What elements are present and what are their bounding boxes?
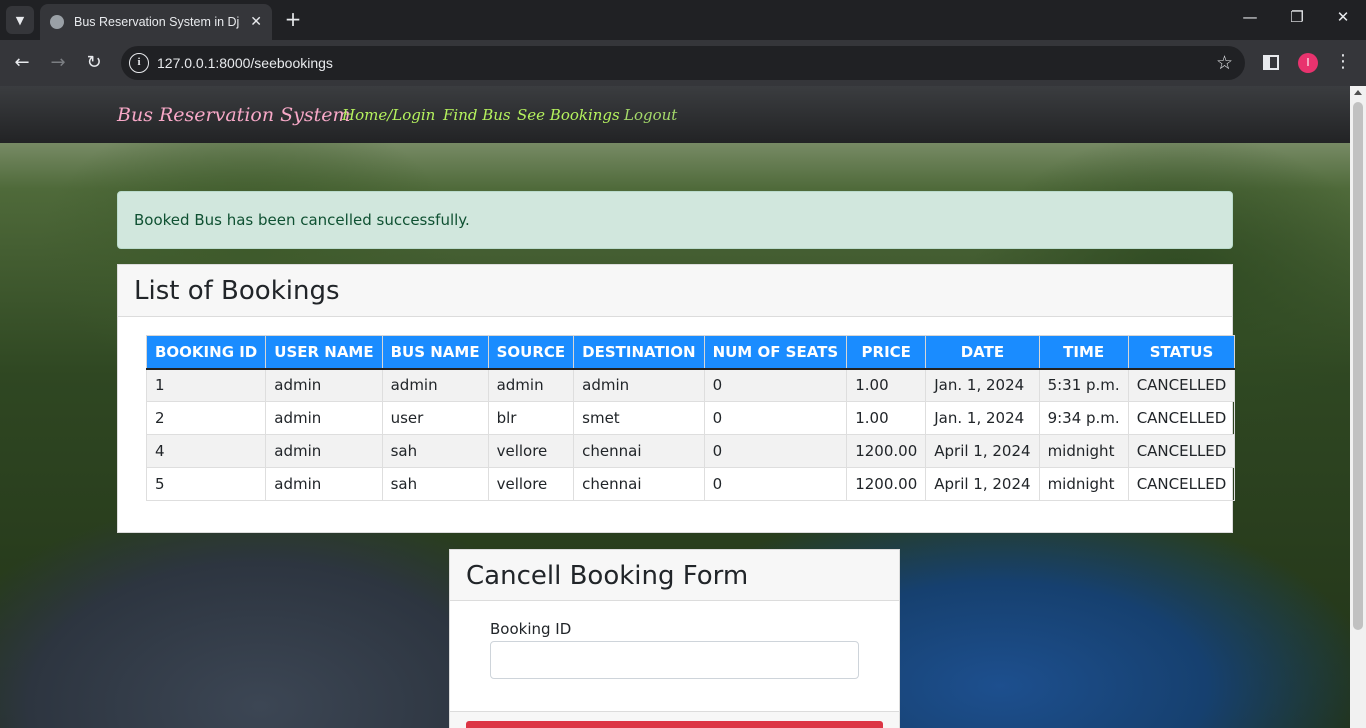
cell-time: midnight <box>1038 434 1129 468</box>
bookmark-star-icon[interactable]: ☆ <box>1216 52 1233 74</box>
bookings-card-header: List of Bookings <box>118 265 1232 317</box>
cell-time: midnight <box>1038 467 1129 501</box>
cell-num-of-seats: 0 <box>703 401 848 435</box>
cell-user-name: admin <box>265 467 383 501</box>
cell-num-of-seats: 0 <box>703 368 848 402</box>
browser-tabstrip: ▼ Bus Reservation System in Djan ✕ + — ❐… <box>0 0 1366 40</box>
bookings-table: BOOKING ID USER NAME BUS NAME SOURCE DES… <box>145 335 1236 501</box>
cancel-form-header: Cancell Booking Form <box>450 550 899 601</box>
cell-user-name: admin <box>265 368 383 402</box>
cell-time: 5:31 p.m. <box>1038 368 1129 402</box>
cell-date: Jan. 1, 2024 <box>925 401 1040 435</box>
column-header-time: TIME <box>1038 335 1129 370</box>
table-row: 2 admin user blr smet 0 1.00 Jan. 1, 202… <box>145 401 1236 435</box>
column-header-booking-id: BOOKING ID <box>145 335 267 370</box>
cell-num-of-seats: 0 <box>703 434 848 468</box>
cell-bus-name: sah <box>381 467 489 501</box>
column-header-user-name: USER NAME <box>265 335 383 370</box>
globe-icon <box>50 15 64 29</box>
bookings-card: List of Bookings BOOKING ID USER NAME BU… <box>117 264 1236 533</box>
booking-id-label: Booking ID <box>490 620 572 638</box>
restore-icon[interactable]: ❐ <box>1285 8 1309 26</box>
cell-time: 9:34 p.m. <box>1038 401 1129 435</box>
bookings-title: List of Bookings <box>134 276 340 306</box>
cell-num-of-seats: 0 <box>703 467 848 501</box>
cell-source: vellore <box>487 467 575 501</box>
cell-destination: chennai <box>573 434 705 468</box>
cell-booking-id: 1 <box>145 368 267 402</box>
cell-destination: admin <box>573 368 705 402</box>
cell-status: CANCELLED <box>1127 368 1236 402</box>
success-alert: Booked Bus has been cancelled successful… <box>117 191 1233 249</box>
new-tab-button[interactable]: + <box>282 8 304 30</box>
nav-link-logout[interactable]: Logout <box>624 106 677 124</box>
more-menu-icon[interactable]: ⋮ <box>1334 51 1352 72</box>
column-header-price: PRICE <box>846 335 927 370</box>
column-header-num-of-seats: NUM OF SEATS <box>703 335 848 370</box>
cell-source: blr <box>487 401 575 435</box>
page-viewport: Bus Reservation System Home/Login Find B… <box>0 86 1350 728</box>
table-row: 1 admin admin admin admin 0 1.00 Jan. 1,… <box>145 368 1236 402</box>
table-row: 4 admin sah vellore chennai 0 1200.00 Ap… <box>145 434 1236 468</box>
table-row: 5 admin sah vellore chennai 0 1200.00 Ap… <box>145 467 1236 501</box>
cell-bus-name: admin <box>381 368 489 402</box>
site-navbar: Bus Reservation System Home/Login Find B… <box>0 86 1350 143</box>
url-text[interactable]: 127.0.0.1:8000/seebookings <box>157 55 333 71</box>
reload-icon[interactable]: ↻ <box>82 51 106 75</box>
cell-date: April 1, 2024 <box>925 467 1040 501</box>
cell-status: CANCELLED <box>1127 434 1236 468</box>
scrollbar-thumb[interactable] <box>1353 102 1363 630</box>
cell-booking-id: 4 <box>145 434 267 468</box>
cell-destination: chennai <box>573 467 705 501</box>
browser-toolbar: ← → ↻ i 127.0.0.1:8000/seebookings ☆ I ⋮ <box>0 40 1366 86</box>
cell-user-name: admin <box>265 434 383 468</box>
minimize-icon[interactable]: — <box>1238 8 1262 26</box>
cell-bus-name: sah <box>381 434 489 468</box>
cell-bus-name: user <box>381 401 489 435</box>
tab-search-button[interactable]: ▼ <box>6 6 34 34</box>
nav-link-find-bus[interactable]: Find Bus <box>443 106 511 124</box>
chevron-down-icon: ▼ <box>15 13 25 27</box>
cancel-form-title: Cancell Booking Form <box>466 561 749 591</box>
close-window-icon[interactable]: ✕ <box>1331 8 1355 26</box>
booking-id-input[interactable] <box>490 641 859 679</box>
browser-tab[interactable]: Bus Reservation System in Djan ✕ <box>40 4 272 40</box>
nav-link-see-bookings[interactable]: See Bookings <box>517 106 620 124</box>
cell-booking-id: 5 <box>145 467 267 501</box>
cell-user-name: admin <box>265 401 383 435</box>
profile-avatar[interactable]: I <box>1298 53 1318 73</box>
scroll-up-arrow-icon[interactable] <box>1354 90 1362 95</box>
forward-arrow-icon[interactable]: → <box>46 51 70 75</box>
cancel-booking-submit-button[interactable] <box>466 721 883 728</box>
cell-price: 1200.00 <box>846 467 927 501</box>
cell-date: April 1, 2024 <box>925 434 1040 468</box>
column-header-destination: DESTINATION <box>573 335 705 370</box>
table-header-row: BOOKING ID USER NAME BUS NAME SOURCE DES… <box>145 335 1236 370</box>
column-header-bus-name: BUS NAME <box>381 335 489 370</box>
cell-source: admin <box>487 368 575 402</box>
cell-source: vellore <box>487 434 575 468</box>
site-brand[interactable]: Bus Reservation System <box>117 104 351 126</box>
cell-price: 1.00 <box>846 401 927 435</box>
site-info-icon[interactable]: i <box>129 53 149 73</box>
cell-price: 1.00 <box>846 368 927 402</box>
cell-booking-id: 2 <box>145 401 267 435</box>
close-tab-icon[interactable]: ✕ <box>250 14 262 30</box>
cell-destination: smet <box>573 401 705 435</box>
page-scrollbar[interactable] <box>1350 86 1366 728</box>
cell-status: CANCELLED <box>1127 401 1236 435</box>
cancel-form-footer <box>450 711 899 728</box>
cancel-booking-form: Cancell Booking Form Booking ID <box>449 549 900 728</box>
cell-status: CANCELLED <box>1127 467 1236 501</box>
cell-price: 1200.00 <box>846 434 927 468</box>
column-header-status: STATUS <box>1127 335 1236 370</box>
address-bar[interactable]: i 127.0.0.1:8000/seebookings ☆ <box>121 46 1245 80</box>
column-header-source: SOURCE <box>487 335 575 370</box>
cell-date: Jan. 1, 2024 <box>925 368 1040 402</box>
column-header-date: DATE <box>925 335 1040 370</box>
nav-link-home-login[interactable]: Home/Login <box>342 106 435 124</box>
back-arrow-icon[interactable]: ← <box>10 51 34 75</box>
side-panel-icon[interactable] <box>1263 55 1279 70</box>
tab-title: Bus Reservation System in Djan <box>74 15 241 29</box>
